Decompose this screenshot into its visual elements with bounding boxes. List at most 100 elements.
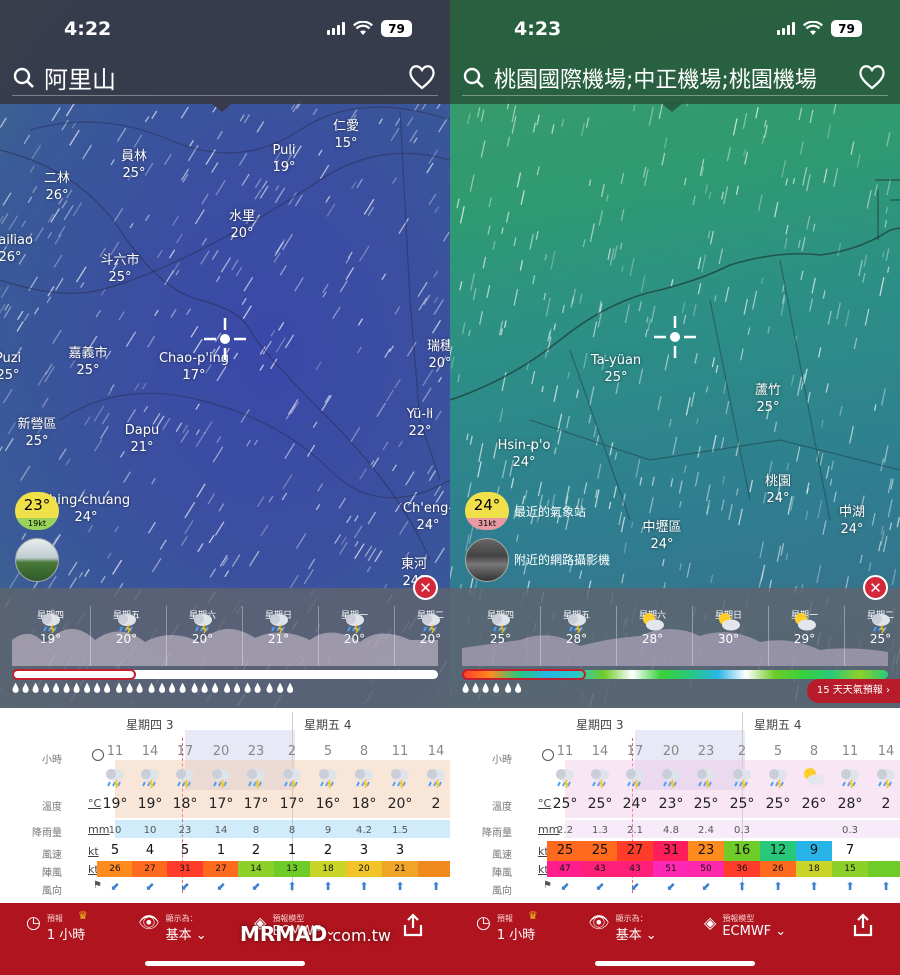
temp-cell: 18° — [351, 796, 377, 812]
place-temp: 26° — [45, 188, 69, 203]
close-forecast-button[interactable]: ✕ — [413, 575, 438, 600]
eye-icon: 👁 — [588, 913, 610, 933]
rain-drops-icon: 💧💧💧💧 💧💧 — [460, 684, 524, 694]
hour-cell: 14 — [427, 744, 445, 759]
wind-direction-icon: ⬋ — [216, 880, 226, 893]
rain-cell: 4.2 — [356, 825, 372, 836]
gust-cell: 51 — [653, 861, 689, 877]
hour-weather-icon — [688, 766, 724, 792]
home-indicator — [145, 961, 305, 966]
map-place-label: Puzi 25° — [0, 350, 21, 384]
temp-cell: 18° — [172, 796, 198, 812]
wind-direction-icon: ⬆ — [809, 880, 819, 893]
forecast-timeline[interactable] — [462, 669, 888, 680]
crown-icon: ♛ — [78, 909, 88, 922]
wifi-icon — [803, 21, 823, 35]
hourly-table[interactable]: 星期四 3 星期五 4 小時 溫度 °C 降雨量 mm 風速 kt 陣風 kt 風向 ⚑ 11 19° 10 5… — [0, 708, 450, 903]
forecast-timeline[interactable] — [12, 669, 438, 680]
search-bar[interactable]: 桃園國際機場;中正機場;桃園機場 — [462, 60, 888, 96]
map-place-label: Mailiao 26° — [0, 232, 33, 266]
search-input[interactable]: 阿里山 — [44, 60, 438, 95]
rain-cloud-icon — [733, 769, 751, 789]
rain-cloud-icon — [269, 614, 288, 634]
forecast-interval-button[interactable]: ◷ 預報 1 小時 — [26, 913, 85, 943]
hour-weather-icon — [203, 766, 239, 792]
map-place-label: 桃園 24° — [765, 473, 791, 507]
share-icon[interactable] — [852, 913, 874, 941]
wifi-icon — [353, 21, 373, 35]
hour-cell: 14 — [877, 744, 895, 759]
gust-cell: 43 — [582, 861, 618, 877]
watermark-logo: MRMAD — [240, 922, 328, 946]
display-mode-button[interactable]: 👁 顯示為： 基本 ⌄ — [138, 913, 207, 943]
display-label: 顯示為： — [165, 914, 198, 923]
battery-icon: 79 — [831, 20, 862, 37]
wind-cell: 9 — [796, 841, 832, 861]
model-value: ECMWF — [722, 924, 772, 939]
hour-weather-icon — [724, 766, 760, 792]
display-value: 基本 — [165, 928, 192, 943]
webcam-thumbnail[interactable] — [465, 538, 509, 582]
chevron-down-icon: ⌄ — [771, 924, 787, 939]
rain-cloud-icon — [212, 769, 230, 789]
hourly-table[interactable]: 星期四 3 星期五 4 小時 溫度 °C 降雨量 mm 風速 kt 陣風 kt 風向 ⚑ 11 25° 2.2… — [450, 708, 900, 903]
place-name: 員林 — [120, 149, 148, 164]
favorite-heart-icon[interactable] — [858, 64, 886, 90]
map-place-label: Hsin-p'o 24° — [498, 437, 551, 471]
favorite-heart-icon[interactable] — [408, 64, 436, 90]
search-bar[interactable]: 阿里山 — [12, 60, 438, 96]
search-input[interactable]: 桃園國際機場;中正機場;桃園機場 — [494, 62, 888, 94]
temp-cell: 25° — [765, 796, 791, 812]
hour-cell: 20 — [662, 744, 680, 759]
webcam-thumbnail[interactable] — [15, 538, 59, 582]
place-name: 二林 — [43, 171, 71, 186]
forecast-15-day-label: 15 天天氣預報 — [816, 685, 883, 696]
crosshair-icon — [654, 316, 696, 358]
rain-cell: 2.4 — [698, 825, 714, 836]
place-name: Mailiao — [0, 233, 33, 248]
hour-weather-icon — [653, 766, 689, 792]
station-temp-badge[interactable]: 24° 31kt — [465, 492, 509, 530]
place-name: 瑞穗 — [426, 339, 450, 354]
daily-forecast-strip[interactable]: 星期四19°星期五20°星期六20°星期日21°星期一20°星期二20°💧💧💧💧… — [0, 588, 450, 708]
model-button[interactable]: ◈ 預報模型 ECMWF ⌄ — [704, 913, 786, 939]
day-separator — [616, 606, 617, 666]
place-name: 仁愛 — [332, 119, 360, 134]
wind-cell: 4 — [145, 843, 155, 858]
nearest-station-link[interactable]: 最近的氣象站 — [514, 503, 586, 520]
hour-weather-icon — [868, 766, 900, 792]
station-temp-badge[interactable]: 23° 19kt — [15, 492, 59, 530]
rain-drops-icon: 💧💧💧💧💧💧💧💧💧💧 💧💧💧 💧💧💧💧 💧💧💧 💧💧💧💧 💧💧💧 — [10, 684, 296, 694]
clock-icon: ◷ — [26, 913, 41, 933]
nearby-webcam-link[interactable]: 附近的網路攝影機 — [514, 551, 610, 568]
close-forecast-button[interactable]: ✕ — [863, 575, 888, 600]
map-place-label: 嘉義市 25° — [68, 345, 107, 379]
map-place-label: 中湖 24° — [839, 504, 865, 538]
row-label: 溫度 — [492, 802, 512, 813]
place-temp: 25° — [604, 370, 628, 385]
forecast-15-day-button[interactable]: 15 天天氣預報 › — [806, 679, 900, 703]
place-name: Ta-yüan — [590, 353, 642, 368]
hour-cell: 8 — [809, 744, 819, 759]
rain-cloud-icon — [567, 614, 586, 634]
timeline-selection[interactable] — [12, 669, 136, 680]
hour-cell: 5 — [323, 744, 333, 759]
temp-cell: 2 — [431, 796, 441, 812]
rain-cloud-icon — [491, 614, 510, 634]
share-icon[interactable] — [402, 913, 424, 941]
rain-cloud-icon — [41, 614, 60, 634]
wind-cell — [418, 841, 450, 861]
row-label: 溫度 — [42, 802, 62, 813]
row-label: 降雨量 — [482, 828, 512, 839]
temp-cell: 24° — [622, 796, 648, 812]
rain-cloud-icon — [193, 614, 212, 634]
home-indicator — [595, 961, 755, 966]
forecast-interval-button[interactable]: ◷ 預報 1 小時 — [476, 913, 535, 943]
temp-cell: 16° — [315, 796, 341, 812]
gust-cell: 13 — [274, 861, 310, 877]
signal-icon — [777, 22, 795, 35]
search-icon — [13, 67, 34, 88]
rain-cell: 1.5 — [392, 825, 408, 836]
display-mode-button[interactable]: 👁 顯示為： 基本 ⌄ — [588, 913, 657, 943]
timeline-selection[interactable] — [462, 669, 586, 680]
